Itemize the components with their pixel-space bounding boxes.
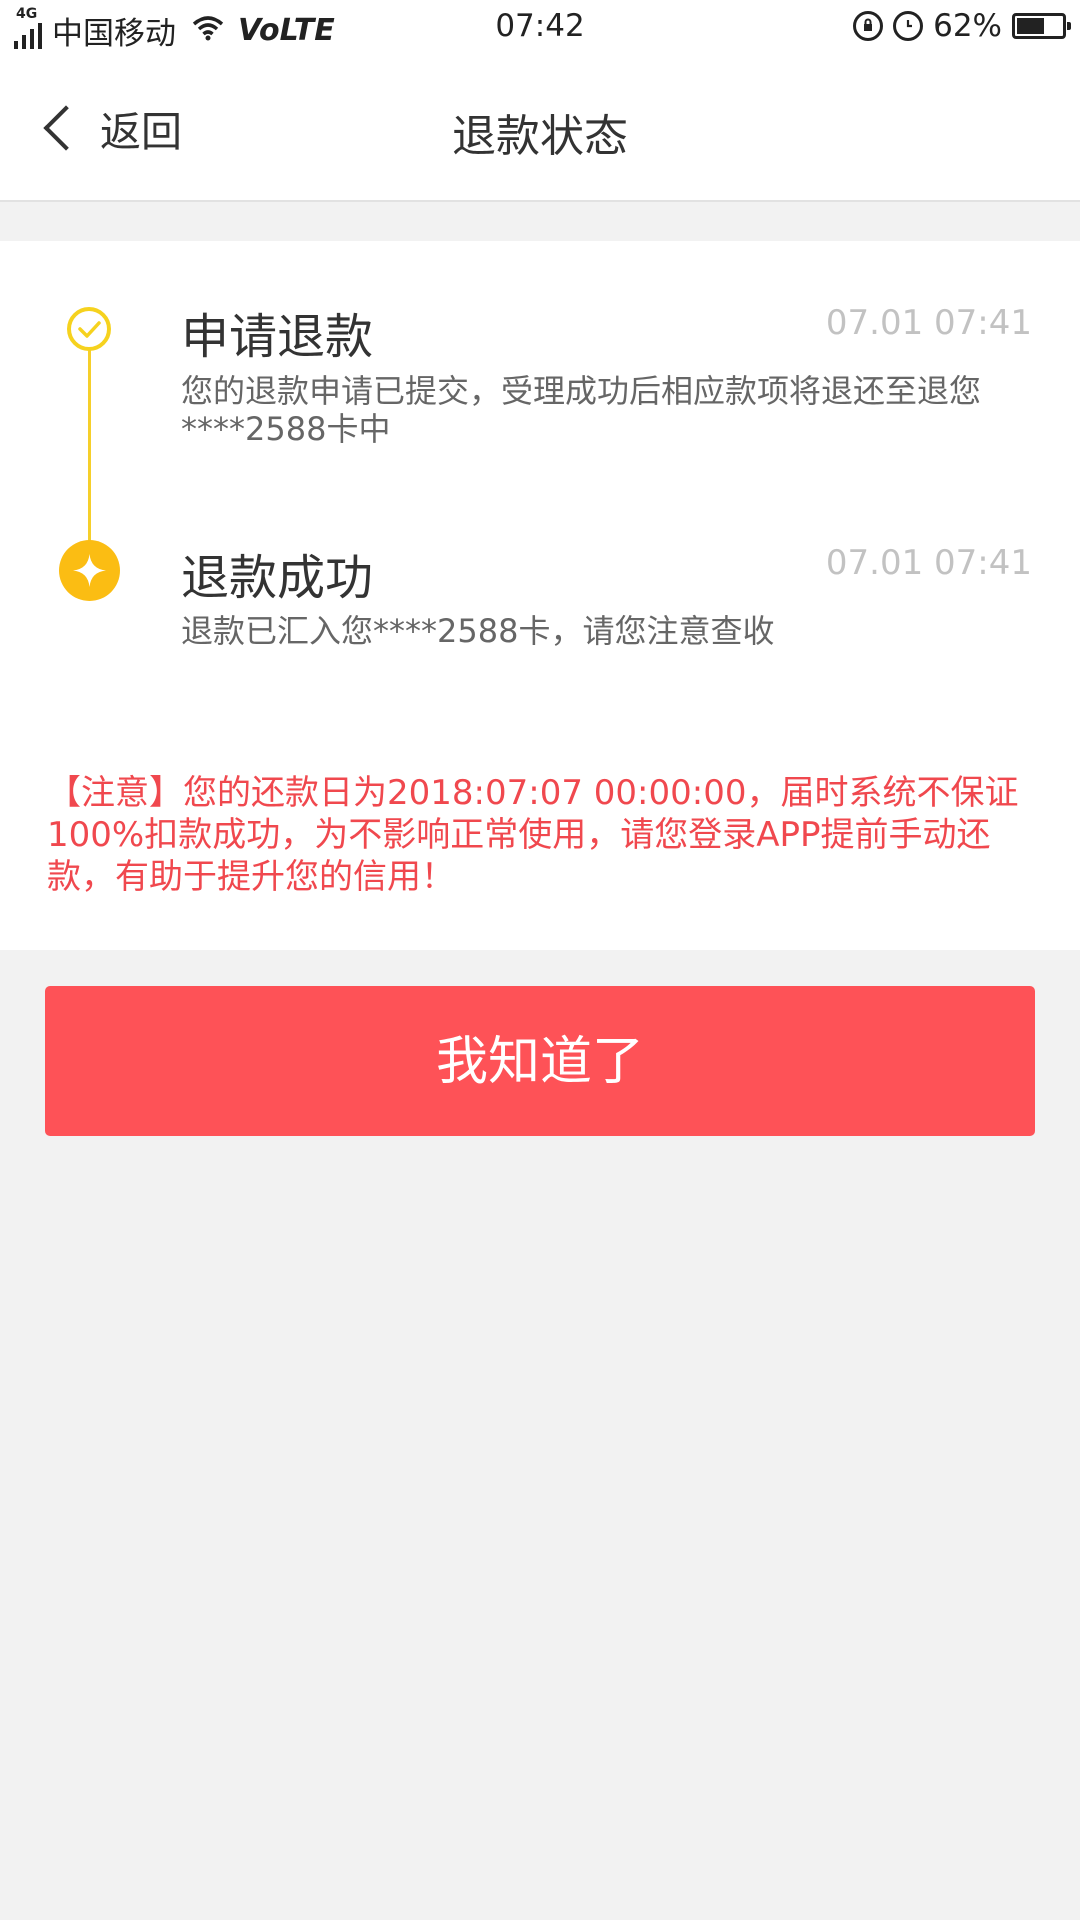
step-description: 您的退款申请已提交，受理成功后相应款项将退还至退您****2588卡中 <box>181 372 982 448</box>
status-bar-right: 62% <box>853 8 1071 44</box>
step-title: 申请退款 <box>181 309 374 365</box>
refund-status-card: 申请退款 07.01 07:41 您的退款申请已提交，受理成功后相应款项将退还至… <box>0 241 1080 950</box>
repayment-notice: 【注意】您的还款日为2018:07:07 00:00:00，届时系统不保证100… <box>47 773 1019 897</box>
alarm-icon <box>893 11 924 41</box>
step-title: 退款成功 <box>181 550 374 606</box>
battery-percent: 62% <box>933 8 1002 44</box>
acknowledge-button[interactable]: 我知道了 <box>45 986 1035 1136</box>
step-time: 07.01 07:41 <box>825 543 1032 583</box>
sparkle-circle-icon <box>59 540 120 601</box>
check-circle-icon <box>67 307 111 351</box>
status-bar: 4G 中国移动 VoLTE 07:42 62% <box>0 0 1080 56</box>
battery-icon <box>1012 13 1071 39</box>
nav-bar: 返回 退款状态 <box>0 56 1080 202</box>
rotation-lock-icon <box>853 11 884 41</box>
step-description: 退款已汇入您****2588卡，请您注意查收 <box>181 612 775 650</box>
step-time: 07.01 07:41 <box>825 303 1032 343</box>
page-title: 退款状态 <box>452 111 628 162</box>
timeline-connector <box>88 329 91 559</box>
